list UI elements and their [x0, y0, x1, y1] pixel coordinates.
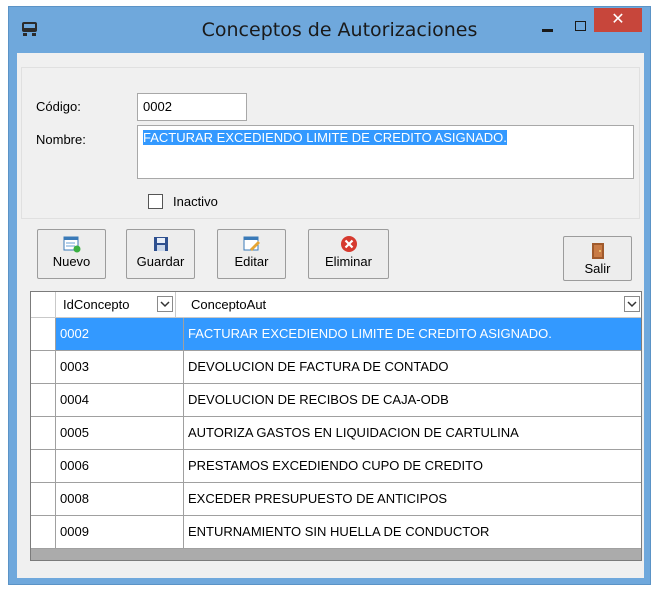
- cell-conceptoaut[interactable]: FACTURAR EXCEDIENDO LIMITE DE CREDITO AS…: [184, 318, 641, 351]
- row-header[interactable]: [31, 516, 56, 549]
- minimize-button[interactable]: [532, 13, 562, 41]
- grid-header: IdConcepto ConceptoAut: [31, 292, 641, 318]
- nuevo-label: Nuevo: [52, 254, 91, 269]
- cell-idconcepto[interactable]: 0009: [56, 516, 184, 549]
- cell-conceptoaut[interactable]: EXCEDER PRESUPUESTO DE ANTICIPOS: [184, 483, 641, 516]
- column-header-idconcepto[interactable]: IdConcepto: [63, 297, 130, 312]
- inactivo-checkbox[interactable]: [148, 194, 163, 209]
- cell-idconcepto[interactable]: 0002: [56, 318, 184, 351]
- chevron-down-icon: [627, 301, 637, 308]
- nuevo-button[interactable]: Nuevo: [37, 229, 106, 279]
- close-icon: ✕: [611, 9, 625, 28]
- title-bar[interactable]: Conceptos de Autorizaciones ✕: [9, 7, 650, 51]
- codigo-value: 0002: [143, 99, 172, 114]
- exit-door-icon: [591, 243, 604, 259]
- row-header[interactable]: [31, 318, 56, 351]
- cell-conceptoaut[interactable]: ENTURNAMIENTO SIN HUELLA DE CONDUCTOR: [184, 516, 641, 549]
- close-button[interactable]: ✕: [594, 8, 642, 32]
- cell-idconcepto[interactable]: 0008: [56, 483, 184, 516]
- cell-conceptoaut[interactable]: PRESTAMOS EXCEDIENDO CUPO DE CREDITO: [184, 450, 641, 483]
- cell-idconcepto[interactable]: 0005: [56, 417, 184, 450]
- row-header-corner: [31, 292, 56, 317]
- cell-conceptoaut[interactable]: DEVOLUCION DE RECIBOS DE CAJA-ODB: [184, 384, 641, 417]
- nombre-value: FACTURAR EXCEDIENDO LIMITE DE CREDITO AS…: [143, 130, 507, 145]
- cell-conceptoaut[interactable]: DEVOLUCION DE FACTURA DE CONTADO: [184, 351, 641, 384]
- guardar-button[interactable]: Guardar: [126, 229, 195, 279]
- codigo-label: Código:: [36, 99, 81, 114]
- column-header-conceptoaut[interactable]: ConceptoAut: [191, 297, 266, 312]
- inactivo-label: Inactivo: [173, 194, 218, 209]
- save-icon: [153, 237, 168, 251]
- maximize-button[interactable]: [565, 13, 595, 41]
- cell-idconcepto[interactable]: 0004: [56, 384, 184, 417]
- delete-icon: [340, 236, 357, 252]
- eliminar-button[interactable]: Eliminar: [308, 229, 389, 279]
- salir-button[interactable]: Salir: [563, 236, 632, 281]
- chevron-down-icon: [160, 301, 170, 308]
- editar-button[interactable]: Editar: [217, 229, 286, 279]
- cell-idconcepto[interactable]: 0003: [56, 351, 184, 384]
- guardar-label: Guardar: [136, 254, 185, 269]
- editar-label: Editar: [234, 254, 269, 269]
- eliminar-label: Eliminar: [325, 254, 372, 269]
- row-header[interactable]: [31, 351, 56, 384]
- idconcepto-filter-button[interactable]: [157, 296, 173, 312]
- nombre-label: Nombre:: [36, 132, 86, 147]
- row-header[interactable]: [31, 483, 56, 516]
- conceptos-grid[interactable]: IdConcepto ConceptoAut 0002 FACTURAR EXCE…: [30, 291, 642, 561]
- client-area: Código: 0002 Nombre: FACTURAR EXCEDIENDO…: [17, 53, 644, 578]
- cell-conceptoaut[interactable]: AUTORIZA GASTOS EN LIQUIDACION DE CARTUL…: [184, 417, 641, 450]
- nombre-field[interactable]: FACTURAR EXCEDIENDO LIMITE DE CREDITO AS…: [137, 125, 634, 179]
- codigo-field[interactable]: 0002: [137, 93, 247, 121]
- row-header[interactable]: [31, 450, 56, 483]
- form-panel: Código: 0002 Nombre: FACTURAR EXCEDIENDO…: [21, 67, 640, 219]
- conceptoaut-filter-button[interactable]: [624, 296, 640, 312]
- row-header[interactable]: [31, 417, 56, 450]
- row-header[interactable]: [31, 384, 56, 417]
- edit-icon: [243, 236, 260, 251]
- new-document-icon: [63, 236, 80, 253]
- window: Conceptos de Autorizaciones ✕ Código: 00…: [8, 6, 651, 585]
- salir-label: Salir: [584, 261, 611, 276]
- header-divider: [175, 292, 176, 317]
- cell-idconcepto[interactable]: 0006: [56, 450, 184, 483]
